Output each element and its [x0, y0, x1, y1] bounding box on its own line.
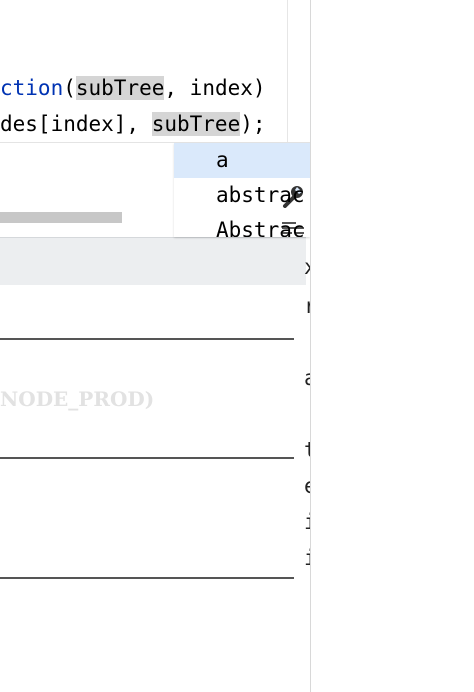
popup-header [0, 237, 306, 285]
highlighted-identifier: subTree [151, 112, 241, 136]
open-paren: ( [63, 76, 76, 100]
code-text: des[index], [0, 112, 152, 136]
completion-item-label: Abstrac [216, 218, 305, 237]
link-icon [180, 219, 204, 237]
popup-divider [0, 338, 294, 340]
text-lines-icon [180, 184, 305, 234]
faded-code-text: NODE_PROD) [0, 387, 155, 411]
right-panel [310, 0, 474, 692]
code-line-1[interactable]: ction(subTree, index) [0, 71, 266, 105]
documentation-popup: NODE_PROD) [0, 237, 306, 692]
highlighted-identifier: subTree [75, 76, 165, 100]
completion-item[interactable]: Abstrac [174, 213, 310, 237]
code-completion-popup[interactable]: a abstrac Abstrac [174, 143, 310, 237]
code-text: ); [240, 112, 266, 136]
completion-item[interactable]: a [174, 143, 310, 208]
popup-divider [0, 577, 294, 579]
wrench-icon [180, 149, 304, 208]
code-text: , index) [164, 76, 266, 100]
function-name-fragment: ction [0, 76, 64, 100]
scroll-indicator-bar [0, 212, 122, 223]
completion-item-label: abstrac [216, 183, 305, 207]
code-line-2[interactable]: des[index], subTree); [0, 107, 266, 141]
code-editor[interactable]: ction(subTree, index) des[index], subTre… [0, 0, 310, 692]
completion-item-label: a [216, 148, 229, 172]
popup-divider [0, 457, 294, 459]
completion-item[interactable]: abstrac [174, 178, 310, 234]
